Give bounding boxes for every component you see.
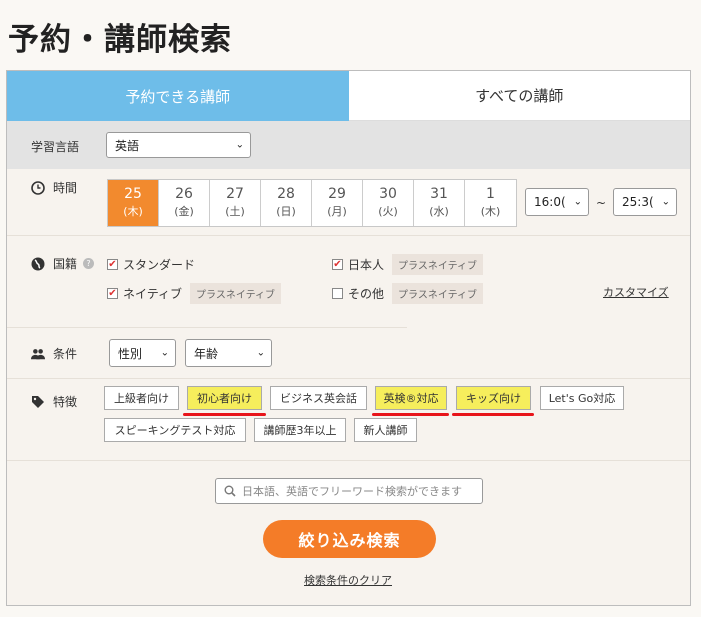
checkbox-label: 日本人 — [348, 258, 385, 272]
date-day: 26 — [175, 186, 193, 202]
date-picker: 25 (木) 26 (金) 27 (土) 28 (日) 29 (月) 30 (火) 31 (水… — [107, 179, 517, 227]
chevron-down-icon: ⌄ — [256, 347, 265, 359]
date-weekday: (日) — [276, 205, 296, 218]
checkbox-empty — [332, 288, 343, 299]
gender-select-value: 性別 — [118, 346, 143, 361]
red-underline — [183, 413, 266, 416]
date-cell[interactable]: 28 (日) — [261, 180, 312, 226]
date-cell[interactable]: 26 (金) — [159, 180, 210, 226]
language-row: 学習言語 英語 ⌄ — [7, 121, 690, 169]
keyword-search-input[interactable]: 日本語、英語でフリーワード検索ができます — [215, 478, 483, 504]
date-weekday: (土) — [225, 205, 245, 218]
checkbox-label: その他 — [348, 287, 385, 301]
feature-tag[interactable]: ビジネス英会話 — [270, 386, 367, 410]
check-icon: ✔ — [107, 258, 118, 270]
filter-search-button[interactable]: 絞り込み検索 — [263, 520, 436, 558]
check-icon: ✔ — [332, 258, 343, 270]
date-weekday: (火) — [378, 205, 398, 218]
chevron-down-icon: ⌄ — [573, 196, 582, 208]
date-day: 27 — [226, 186, 244, 202]
date-cell[interactable]: 30 (火) — [363, 180, 414, 226]
features-label: 特徴 — [31, 393, 77, 410]
time-from-select[interactable]: 16:0( ⌄ — [525, 188, 589, 216]
date-weekday: (金) — [174, 205, 194, 218]
checkbox-label: ネイティブ — [123, 287, 183, 301]
date-cell[interactable]: 31 (水) — [414, 180, 465, 226]
clock-icon — [31, 180, 45, 195]
feature-tag[interactable]: 初心者向け — [187, 386, 262, 410]
feature-tag[interactable]: 新人講師 — [354, 418, 417, 442]
date-weekday: (木) — [123, 205, 143, 218]
date-cell[interactable]: 1 (木) — [465, 180, 516, 226]
red-underline — [452, 413, 534, 416]
checkbox-standard[interactable]: ✔ スタンダード — [107, 256, 195, 273]
feature-tag[interactable]: Let's Go対応 — [540, 386, 624, 410]
time-label-text: 時間 — [53, 181, 78, 195]
conditions-label: 条件 — [31, 345, 77, 362]
language-label: 学習言語 — [31, 140, 80, 154]
conditions-label-text: 条件 — [53, 347, 78, 361]
divider — [7, 460, 690, 461]
tab-available-teachers[interactable]: 予約できる講師 — [7, 71, 349, 121]
date-cell[interactable]: 29 (月) — [312, 180, 363, 226]
date-weekday: (月) — [327, 205, 347, 218]
feature-tag[interactable]: キッズ向け — [456, 386, 531, 410]
gender-select[interactable]: 性別 ⌄ — [109, 339, 176, 367]
date-day: 29 — [328, 186, 346, 202]
plus-native-badge: プラスネイティブ — [392, 254, 484, 275]
divider — [7, 327, 407, 328]
users-icon — [31, 347, 45, 361]
chevron-down-icon: ⌄ — [160, 347, 169, 359]
chevron-down-icon: ⌄ — [235, 139, 244, 151]
checkbox-other[interactable]: その他 プラスネイティブ — [332, 283, 484, 304]
search-panel: 予約できる講師 すべての講師 学習言語 英語 ⌄ 時間 25 (木) 26 (金) … — [6, 70, 691, 606]
time-range-separator: ~ — [596, 196, 607, 210]
date-weekday: (木) — [480, 205, 501, 218]
checkbox-japanese[interactable]: ✔ 日本人 プラスネイティブ — [332, 254, 484, 275]
date-day: 28 — [277, 186, 295, 202]
date-weekday: (水) — [429, 205, 449, 218]
chevron-down-icon: ⌄ — [661, 196, 670, 208]
language-select[interactable]: 英語 ⌄ — [106, 132, 251, 158]
time-to-select[interactable]: 25:3( ⌄ — [613, 188, 677, 216]
nationality-label-text: 国籍 — [53, 257, 78, 271]
time-to-value: 25:3( — [622, 195, 654, 209]
nationality-label: 国籍 ? — [31, 255, 95, 272]
date-day: 31 — [430, 186, 448, 202]
plus-native-badge: プラスネイティブ — [190, 283, 282, 304]
date-cell[interactable]: 27 (土) — [210, 180, 261, 226]
features-label-text: 特徴 — [53, 395, 78, 409]
time-label: 時間 — [31, 179, 77, 196]
checkbox-label: スタンダード — [123, 258, 196, 272]
feature-tag[interactable]: 英検®対応 — [375, 386, 447, 410]
red-underline — [372, 413, 449, 416]
date-day: 1 — [486, 186, 495, 202]
customize-link[interactable]: カスタマイズ — [603, 284, 669, 300]
date-cell[interactable]: 25 (木) — [108, 180, 159, 226]
time-from-value: 16:0( — [534, 195, 566, 209]
tab-all-teachers[interactable]: すべての講師 — [348, 71, 690, 121]
page-title: 予約・講師検索 — [8, 22, 232, 58]
feature-tag[interactable]: 上級者向け — [104, 386, 179, 410]
date-day: 25 — [124, 186, 142, 202]
tag-icon — [31, 395, 45, 409]
checkbox-native[interactable]: ✔ ネイティブ プラスネイティブ — [107, 283, 282, 304]
date-day: 30 — [379, 186, 397, 202]
search-placeholder: 日本語、英語でフリーワード検索ができます — [242, 485, 462, 498]
help-icon[interactable]: ? — [83, 258, 95, 269]
feature-tag[interactable]: 講師歴3年以上 — [254, 418, 346, 442]
divider — [7, 378, 690, 379]
tab-bar: 予約できる講師 すべての講師 — [7, 71, 690, 121]
language-select-value: 英語 — [115, 138, 140, 153]
feature-tag[interactable]: スピーキングテスト対応 — [104, 418, 246, 442]
globe-icon — [31, 257, 45, 271]
plus-native-badge: プラスネイティブ — [392, 283, 484, 304]
divider — [7, 235, 690, 236]
search-icon — [224, 485, 236, 497]
check-icon: ✔ — [107, 287, 118, 299]
age-select[interactable]: 年齢 ⌄ — [185, 339, 272, 367]
clear-conditions-link[interactable]: 検索条件のクリア — [304, 572, 392, 588]
age-select-value: 年齢 — [194, 346, 219, 361]
